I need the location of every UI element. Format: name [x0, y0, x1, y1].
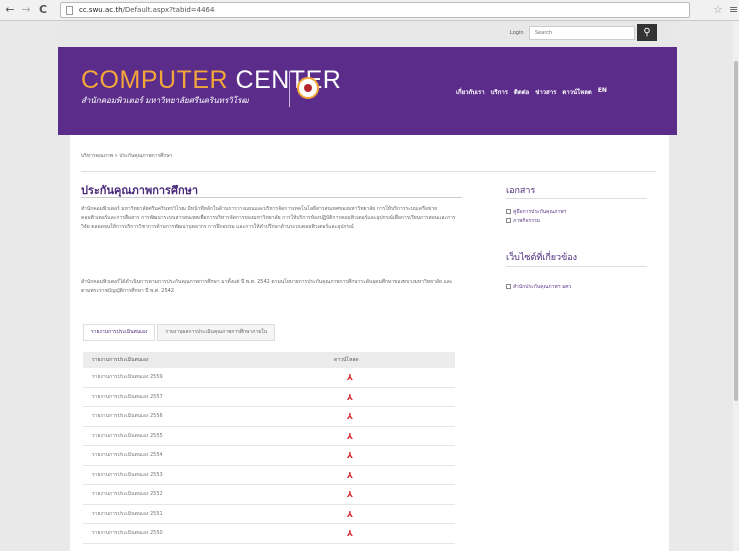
pdf-download-icon[interactable]: ⅄ — [347, 432, 355, 441]
report-name: รายงานการประเมินตนเอง 2556 — [92, 413, 163, 419]
university-seal-icon — [297, 77, 319, 99]
nav-english[interactable]: EN — [598, 87, 607, 97]
content-panel: บริหารคุณภาพ » ประกันคุณภาพการศึกษา ประก… — [70, 135, 669, 551]
sidebar-divider — [506, 198, 647, 199]
reload-icon[interactable]: C — [37, 3, 49, 17]
back-icon[interactable]: ← — [4, 3, 16, 17]
report-name: รายงานการประเมินตนเอง 2552 — [92, 491, 163, 497]
title-divider — [81, 197, 462, 198]
sidebar-link-manual[interactable]: คู่มือการประกันคุณภาพฯ — [506, 208, 566, 216]
table-header: รายงานการประเมินตนเอง ดาวน์โหลด — [83, 352, 455, 368]
breadcrumb-current: ประกันคุณภาพการศึกษา — [119, 153, 173, 159]
browser-menu-icon[interactable]: ≡ — [729, 3, 738, 16]
link-icon — [506, 284, 511, 289]
nav-services[interactable]: บริการ — [491, 87, 508, 97]
table-row: รายงานการประเมินตนเอง 2553 ⅄ — [83, 466, 455, 485]
report-name: รายงานการประเมินตนเอง 2550 — [92, 530, 163, 536]
site-topbar: Login ⚲ — [58, 21, 677, 47]
url-path: /Default.aspx?tabid=4464 — [122, 6, 215, 14]
table-row: รายงานการประเมินตนเอง 2552 ⅄ — [83, 485, 455, 505]
documents-heading: เอกสาร — [506, 186, 536, 196]
report-name: รายงานการประเมินตนเอง 2551 — [92, 510, 163, 517]
reports-table: รายงานการประเมินตนเอง ดาวน์โหลด รายงานกา… — [83, 352, 455, 544]
breadcrumb-separator: » — [114, 153, 118, 159]
search-icon: ⚲ — [643, 27, 651, 38]
table-row: รายงานการประเมินตนเอง 2557 ⅄ — [83, 388, 455, 407]
browser-toolbar: ← → C cc.swu.ac.th/Default.aspx?tabid=44… — [0, 0, 739, 21]
nav-news[interactable]: ข่าวสาร — [535, 87, 556, 97]
pdf-download-icon[interactable]: ⅄ — [347, 510, 355, 519]
sidebar-link-activities[interactable]: ภาพกิจกรรม — [506, 217, 540, 225]
login-link[interactable]: Login — [510, 30, 524, 36]
logo-word-computer: COMPUTER — [81, 66, 229, 94]
bookmark-star-icon[interactable]: ☆ — [713, 3, 723, 16]
sidebar-link-label: สำนักประกันคุณภาพฯ มศว — [513, 284, 572, 290]
pdf-download-icon[interactable]: ⅄ — [347, 529, 355, 538]
address-bar[interactable]: cc.swu.ac.th/Default.aspx?tabid=4464 — [60, 2, 690, 18]
scrollbar-thumb[interactable] — [734, 61, 738, 401]
table-row: รายงานการประเมินตนเอง 2556 ⅄ — [83, 407, 455, 427]
page-scrollbar[interactable] — [733, 21, 739, 551]
table-row: รายงานการประเมินตนเอง 2554 ⅄ — [83, 446, 455, 466]
tab-self-assessment[interactable]: รายงานการประเมินตนเอง — [83, 324, 156, 341]
search-button[interactable]: ⚲ — [637, 24, 657, 41]
report-name: รายงานการประเมินตนเอง 2553 — [92, 471, 163, 478]
pdf-download-icon[interactable]: ⅄ — [347, 490, 355, 499]
nav-contact[interactable]: ติดต่อ — [514, 87, 529, 97]
table-row: รายงานการประเมินตนเอง 2555 ⅄ — [83, 427, 455, 446]
url-host: cc.swu.ac.th — [79, 6, 123, 14]
tab-internal-assessment[interactable]: รายงานผลการประเมินคุณภาพการศึกษาภายใน — [157, 324, 276, 341]
site-header: COMPUTER CENTER สำนักคอมพิวเตอร์ มหาวิทย… — [58, 47, 677, 135]
table-row: รายงานการประเมินตนเอง 2559 ⅄ — [83, 368, 455, 388]
intro-paragraph: สำนักคอมพิวเตอร์ มหาวิทยาลัยศรีนครินทรวิ… — [81, 206, 456, 230]
sidebar-link-label: คู่มือการประกันคุณภาพฯ — [513, 209, 567, 215]
sidebar-link-qa-office[interactable]: สำนักประกันคุณภาพฯ มศว — [506, 283, 571, 291]
document-icon — [506, 218, 511, 223]
report-tabs: รายงานการประเมินตนเอง รายงานผลการประเมิน… — [83, 324, 276, 341]
related-sites-heading: เว็บไซต์ที่เกี่ยวข้อง — [506, 253, 578, 263]
table-row: รายงานการประเมินตนเอง 2551 ⅄ — [83, 505, 455, 524]
pdf-download-icon[interactable]: ⅄ — [347, 412, 355, 421]
main-nav: เกี่ยวกับเรา บริการ ติดต่อ ข่าวสาร ดาวน์… — [456, 87, 607, 97]
header-download: ดาวน์โหลด — [334, 357, 359, 363]
report-name: รายงานการประเมินตนเอง 2554 — [92, 452, 163, 458]
breadcrumb-divider — [81, 171, 656, 172]
pdf-download-icon[interactable]: ⅄ — [347, 373, 355, 382]
search-input[interactable] — [529, 26, 635, 40]
report-name: รายงานการประเมินตนเอง 2555 — [92, 432, 163, 439]
sidebar-divider — [506, 266, 647, 267]
pdf-download-icon[interactable]: ⅄ — [347, 393, 355, 402]
breadcrumb-home[interactable]: บริหารคุณภาพ — [81, 153, 113, 159]
report-name: รายงานการประเมินตนเอง 2559 — [92, 374, 163, 380]
table-row: รายงานการประเมินตนเอง 2550 ⅄ — [83, 524, 455, 544]
logo-subtitle: สำนักคอมพิวเตอร์ มหาวิทยาลัยศรีนครินทรวิ… — [81, 96, 249, 105]
page-icon — [66, 6, 73, 15]
forward-icon[interactable]: → — [20, 3, 32, 17]
nav-download[interactable]: ดาวน์โหลด — [562, 87, 592, 97]
document-icon — [506, 209, 511, 214]
report-name: รายงานการประเมินตนเอง 2557 — [92, 393, 163, 400]
breadcrumb: บริหารคุณภาพ » ประกันคุณภาพการศึกษา — [81, 152, 172, 160]
pdf-download-icon[interactable]: ⅄ — [347, 451, 355, 460]
nav-about[interactable]: เกี่ยวกับเรา — [456, 87, 485, 97]
header-report: รายงานการประเมินตนเอง — [92, 357, 149, 363]
logo-divider — [289, 71, 290, 107]
pdf-download-icon[interactable]: ⅄ — [347, 471, 355, 480]
history-paragraph: สำนักคอมพิวเตอร์ได้ดำเนินการตามการประกัน… — [81, 279, 453, 294]
sidebar-link-label: ภาพกิจกรรม — [513, 218, 541, 224]
